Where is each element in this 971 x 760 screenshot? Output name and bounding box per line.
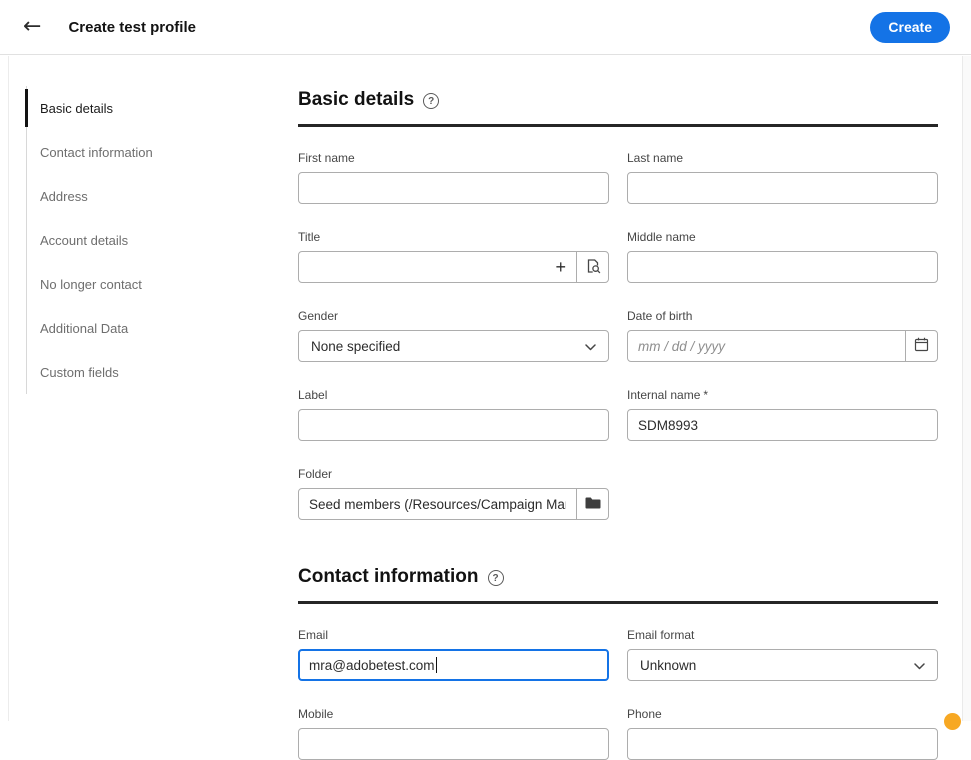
contact-form-grid: Email mra@adobetest.com Email format Unk… [298, 628, 938, 760]
contact-section-header: Contact information ? [298, 566, 938, 588]
basic-section-header: Basic details ? [298, 89, 938, 111]
gender-selected-value: None specified [311, 339, 400, 354]
field-middle-name: Middle name [627, 230, 938, 283]
contact-information-section: Contact information ? Email mra@adobetes… [298, 566, 938, 760]
section-nav: Basic details Contact information Addres… [26, 86, 298, 394]
chevron-down-icon [585, 339, 596, 354]
dob-input[interactable] [627, 330, 906, 362]
folder-icon [585, 497, 601, 512]
field-email-format: Email format Unknown [627, 628, 938, 681]
first-name-input[interactable] [298, 172, 609, 204]
sidebar-item-account-details[interactable]: Account details [27, 218, 298, 262]
page-title: Create test profile [68, 19, 196, 36]
sidebar-item-custom-fields[interactable]: Custom fields [27, 350, 298, 394]
title-input[interactable] [299, 252, 551, 282]
calendar-button[interactable] [905, 330, 938, 362]
mobile-input[interactable] [298, 728, 609, 760]
document-search-icon [585, 258, 601, 277]
mobile-label: Mobile [298, 707, 609, 721]
email-format-label: Email format [627, 628, 938, 642]
sidebar-item-label: No longer contact [40, 277, 142, 292]
warning-indicator [944, 713, 961, 730]
field-gender: Gender None specified [298, 309, 609, 362]
field-email: Email mra@adobetest.com [298, 628, 609, 681]
plus-icon: + [555, 258, 566, 276]
email-format-select[interactable]: Unknown [627, 649, 938, 681]
title-input-group: + [298, 251, 609, 283]
email-input[interactable]: mra@adobetest.com [298, 649, 609, 681]
internal-name-label: Internal name* [627, 388, 938, 402]
back-arrow-icon: ← [23, 14, 41, 39]
sidebar-item-label: Custom fields [40, 365, 119, 380]
help-icon[interactable]: ? [488, 570, 504, 586]
calendar-icon [914, 337, 929, 355]
field-first-name: First name [298, 151, 609, 204]
internal-name-input[interactable] [627, 409, 938, 441]
sidebar: Basic details Contact information Addres… [9, 56, 298, 721]
field-mobile: Mobile [298, 707, 609, 760]
field-date-of-birth: Date of birth [627, 309, 938, 362]
basic-details-section: Basic details ? First name Last name Tit… [298, 89, 938, 520]
sidebar-item-additional-data[interactable]: Additional Data [27, 306, 298, 350]
middle-name-input[interactable] [627, 251, 938, 283]
sidebar-item-contact-information[interactable]: Contact information [27, 130, 298, 174]
folder-input-group [298, 488, 609, 520]
dob-label: Date of birth [627, 309, 938, 323]
scrollbar-track[interactable] [962, 56, 971, 721]
basic-form-grid: First name Last name Title + [298, 151, 938, 520]
folder-input[interactable] [298, 488, 577, 520]
label-label: Label [298, 388, 609, 402]
phone-label: Phone [627, 707, 938, 721]
gender-label: Gender [298, 309, 609, 323]
required-asterisk: * [703, 388, 708, 402]
sidebar-item-label: Additional Data [40, 321, 128, 336]
section-divider [298, 601, 938, 604]
header: ← Create test profile Create [0, 0, 971, 55]
sidebar-item-no-longer-contact[interactable]: No longer contact [27, 262, 298, 306]
title-label: Title [298, 230, 609, 244]
email-format-selected-value: Unknown [640, 658, 696, 673]
question-glyph: ? [428, 96, 434, 107]
text-caret [436, 657, 438, 673]
create-button[interactable]: Create [870, 12, 950, 43]
field-label: Label [298, 388, 609, 441]
form-main: Basic details ? First name Last name Tit… [298, 56, 938, 721]
sidebar-item-label: Contact information [40, 145, 153, 160]
field-folder: Folder [298, 467, 609, 520]
section-divider [298, 124, 938, 127]
folder-picker-button[interactable] [576, 488, 609, 520]
folder-label: Folder [298, 467, 609, 481]
sidebar-item-label: Address [40, 189, 88, 204]
field-internal-name: Internal name* [627, 388, 938, 441]
middle-name-label: Middle name [627, 230, 938, 244]
title-add-button[interactable]: + [551, 258, 576, 276]
sidebar-item-label: Account details [40, 233, 128, 248]
contact-section-title: Contact information [298, 566, 479, 588]
back-button[interactable]: ← [23, 16, 41, 38]
dob-input-group [627, 330, 938, 362]
label-input[interactable] [298, 409, 609, 441]
chevron-down-icon [914, 658, 925, 673]
content-area: Basic details Contact information Addres… [8, 56, 962, 721]
last-name-label: Last name [627, 151, 938, 165]
field-phone: Phone [627, 707, 938, 760]
title-picker-button[interactable] [576, 251, 609, 283]
internal-name-label-text: Internal name [627, 388, 700, 402]
first-name-label: First name [298, 151, 609, 165]
phone-input[interactable] [627, 728, 938, 760]
help-icon[interactable]: ? [423, 93, 439, 109]
gender-select[interactable]: None specified [298, 330, 609, 362]
question-glyph: ? [492, 573, 498, 584]
email-label: Email [298, 628, 609, 642]
field-title: Title + [298, 230, 609, 283]
sidebar-item-label: Basic details [40, 101, 113, 116]
title-combo: + [298, 251, 577, 283]
sidebar-item-address[interactable]: Address [27, 174, 298, 218]
sidebar-item-basic-details[interactable]: Basic details [27, 86, 298, 130]
last-name-input[interactable] [627, 172, 938, 204]
field-last-name: Last name [627, 151, 938, 204]
basic-section-title: Basic details [298, 89, 414, 111]
email-value: mra@adobetest.com [309, 658, 435, 673]
